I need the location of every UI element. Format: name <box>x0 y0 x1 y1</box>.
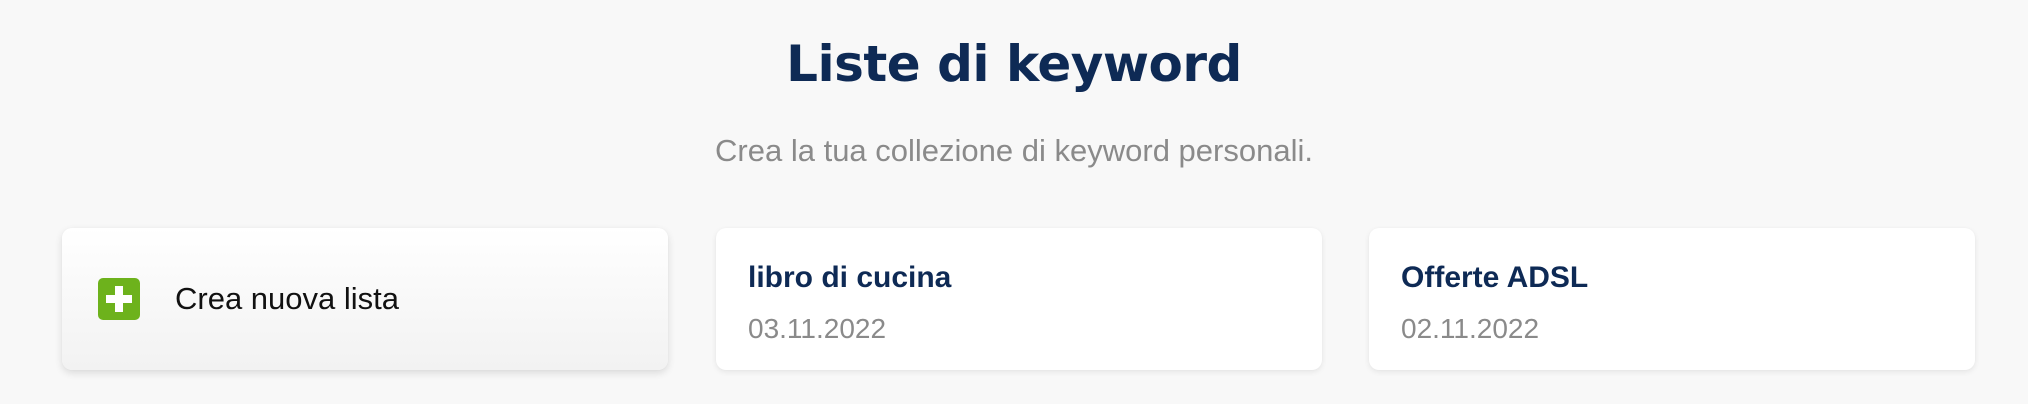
create-list-button[interactable]: Crea nuova lista <box>62 228 668 370</box>
create-list-label: Crea nuova lista <box>175 281 400 316</box>
list-name: Offerte ADSL <box>1401 261 1589 294</box>
keyword-list-card[interactable]: Offerte ADSL 02.11.2022 <box>1369 228 1975 370</box>
plus-icon <box>98 278 140 320</box>
list-date: 03.11.2022 <box>748 313 887 344</box>
page-subtitle: Crea la tua collezione di keyword person… <box>715 133 1313 168</box>
keyword-list-card[interactable]: libro di cucina 03.11.2022 <box>716 228 1322 370</box>
keyword-lists-grid: Crea nuova lista libro di cucina 03.11.2… <box>62 228 1975 370</box>
page-title: Liste di keyword <box>786 35 1242 93</box>
list-date: 02.11.2022 <box>1401 313 1540 344</box>
list-name: libro di cucina <box>748 261 952 294</box>
